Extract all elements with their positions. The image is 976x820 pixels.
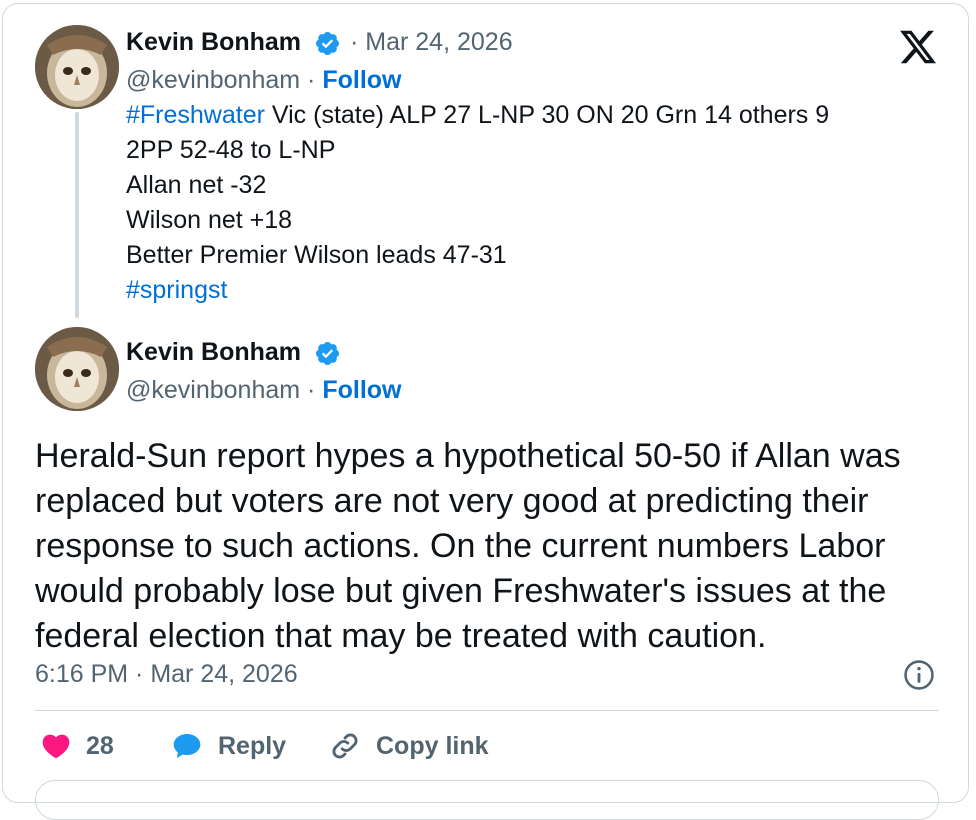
poll-line-allan: Allan net -32 xyxy=(126,171,267,199)
post-text-line: federal election that may be treated wit… xyxy=(35,617,767,655)
poll-line-better-premier: Better Premier Wilson leads 47-31 xyxy=(126,241,507,269)
thread-connector-line xyxy=(75,112,79,318)
author-avatar[interactable] xyxy=(35,327,119,411)
author-handle[interactable]: @kevinbonham xyxy=(126,376,300,404)
separator-dot: · xyxy=(307,376,316,404)
heart-icon xyxy=(42,734,70,759)
verified-badge-icon xyxy=(315,31,340,56)
x-logo-icon[interactable] xyxy=(896,27,940,67)
handle-follow-row: @kevinbonham · Follow xyxy=(126,65,401,95)
poll-line-2pp: 2PP 52-48 to L-NP xyxy=(126,136,336,164)
actions-divider xyxy=(35,710,939,711)
post-date[interactable]: · Mar 24, 2026 xyxy=(350,27,513,57)
link-icon xyxy=(332,733,358,759)
first-post-text: #Freshwater Vic (state) ALP 27 L-NP 30 O… xyxy=(126,98,926,308)
like-count: 28 xyxy=(86,731,114,760)
reply-button[interactable]: Reply xyxy=(170,728,286,764)
hashtag-freshwater[interactable]: #Freshwater xyxy=(126,101,265,129)
author-name[interactable]: Kevin Bonham xyxy=(126,337,301,367)
copy-link-button[interactable]: Copy link xyxy=(328,728,489,764)
post-text-line: would probably lose but given Freshwater… xyxy=(35,572,887,610)
post-text-line: Herald-Sun report hypes a hypothetical 5… xyxy=(35,437,901,475)
handle-follow-row: @kevinbonham · Follow xyxy=(126,375,401,405)
author-name[interactable]: Kevin Bonham xyxy=(126,27,301,57)
follow-button[interactable]: Follow xyxy=(322,66,401,94)
post-text-line: replaced but voters are not very good at… xyxy=(35,482,869,520)
reply-label: Reply xyxy=(218,731,287,760)
poll-line-primary: Vic (state) ALP 27 L-NP 30 ON 20 Grn 14 … xyxy=(264,101,830,129)
main-post-text: Herald-Sun report hypes a hypothetical 5… xyxy=(35,434,945,659)
hashtag-springst[interactable]: #springst xyxy=(126,276,227,304)
follow-button[interactable]: Follow xyxy=(322,376,401,404)
info-icon[interactable] xyxy=(902,658,936,692)
poll-line-wilson: Wilson net +18 xyxy=(126,206,293,234)
separator-dot: · xyxy=(307,66,316,94)
copy-link-label: Copy link xyxy=(376,731,489,760)
author-handle[interactable]: @kevinbonham xyxy=(126,66,300,94)
post-timestamp[interactable]: 6:16 PM · Mar 24, 2026 xyxy=(35,659,298,689)
read-replies-button[interactable] xyxy=(35,780,939,820)
reply-bubble-icon xyxy=(173,734,201,758)
verified-badge-icon xyxy=(315,341,340,366)
post-text-line: response to such actions. On the current… xyxy=(35,527,886,565)
like-button[interactable]: 28 xyxy=(40,728,114,764)
author-avatar[interactable] xyxy=(35,25,119,109)
